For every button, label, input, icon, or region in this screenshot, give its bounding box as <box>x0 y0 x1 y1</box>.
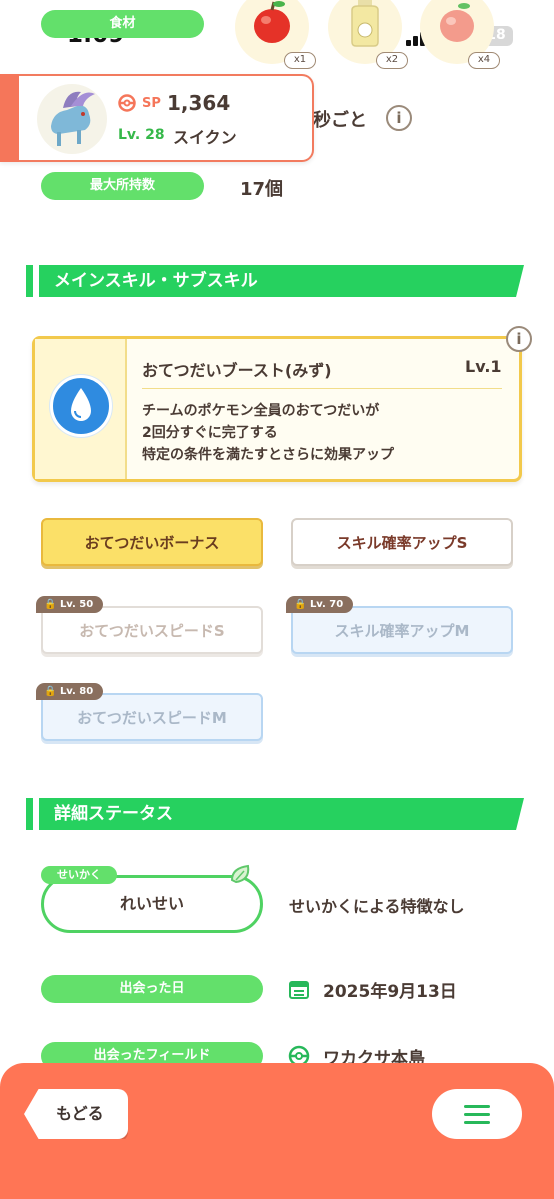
pokeball-icon <box>118 94 136 112</box>
main-skill-desc-line: 特定の条件を満たすとさらに効果アップ <box>142 447 394 463</box>
menu-button[interactable] <box>432 1089 522 1139</box>
pokemon-avatar <box>37 84 107 154</box>
main-skill-info-icon[interactable]: i <box>506 326 532 352</box>
pokemon-name: スイクン <box>173 128 237 147</box>
ingredients-label: 食材 <box>41 10 204 38</box>
max-carry-value: 17個 <box>240 179 284 200</box>
main-skill-desc-line: チームのポケモン全員のおてつだいが <box>142 403 380 419</box>
lock-badge: 🔒 Lv. 70 <box>286 596 354 613</box>
leaf-icon <box>230 864 250 884</box>
section-header-divider <box>33 265 39 297</box>
sub-skill-skill-trigger-m[interactable]: スキル確率アップM <box>291 606 513 654</box>
pokemon-card-stripe <box>0 74 19 162</box>
lock-badge: 🔒 Lv. 50 <box>36 596 104 613</box>
pokemon-level: Lv. 28 <box>118 127 165 143</box>
water-drop-icon <box>50 375 112 437</box>
met-date-value: 2025年9月13日 <box>323 982 457 1002</box>
section-header-details: 詳細ステータス <box>26 798 524 830</box>
max-carry-label: 最大所持数 <box>41 172 204 200</box>
sub-skill-helping-speed-s[interactable]: おてつだいスピードS <box>41 606 263 654</box>
sp-value: 1,364 <box>167 91 231 115</box>
help-time-suffix: 秒ごと <box>313 110 367 131</box>
unlock-level: Lv. 70 <box>309 599 344 610</box>
back-button[interactable]: もどる <box>24 1089 128 1139</box>
ingredient-count: x2 <box>376 52 408 69</box>
unlock-level: Lv. 80 <box>59 686 94 697</box>
lock-badge: 🔒 Lv. 80 <box>36 683 104 700</box>
sub-skill-helping-bonus[interactable]: おてつだいボーナス <box>41 518 263 566</box>
unlock-level: Lv. 50 <box>59 599 94 610</box>
sp-label: SP <box>142 96 161 111</box>
section-header-divider <box>33 798 39 830</box>
nature-effect: せいかくによる特徴なし <box>289 897 465 916</box>
suicune-icon <box>51 91 95 146</box>
ingredient-count: x4 <box>468 52 500 69</box>
main-skill-divider <box>142 388 502 389</box>
main-skill-level: Lv.1 <box>465 357 502 376</box>
sub-skill-skill-trigger-s[interactable]: スキル確率アップS <box>291 518 513 566</box>
sub-skill-helping-speed-m[interactable]: おてつだいスピードM <box>41 693 263 741</box>
help-time-info-icon[interactable]: i <box>386 105 412 131</box>
calendar-icon <box>289 981 309 999</box>
ingredient-count: x1 <box>284 52 316 69</box>
nature-tag: せいかく <box>41 866 117 884</box>
main-skill-name: おてつだいブースト(みず) <box>142 361 332 380</box>
main-skill-desc-line: 2回分すぐに完了する <box>142 425 278 441</box>
met-date-label: 出会った日 <box>41 975 263 1003</box>
section-header-skills: メインスキル・サブスキル <box>26 265 524 297</box>
